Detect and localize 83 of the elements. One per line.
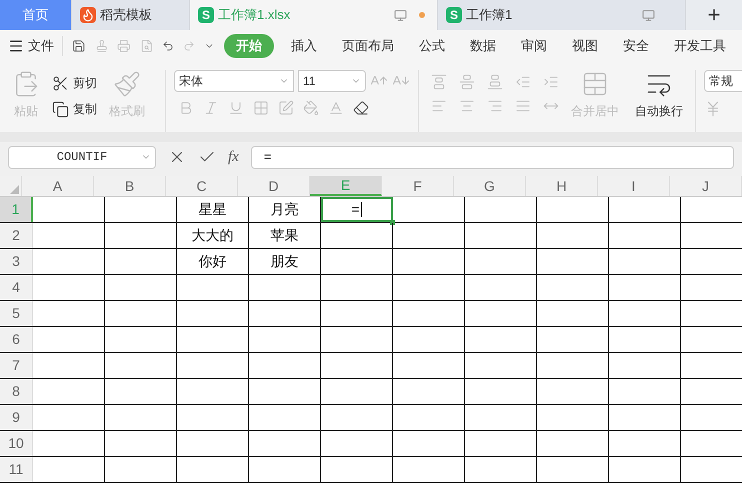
row-header[interactable]: 8 [0, 379, 33, 404]
row-header[interactable]: 3 [0, 249, 33, 274]
column-header[interactable]: A [22, 176, 94, 196]
stamp-icon[interactable] [94, 37, 108, 55]
column-header[interactable]: C [166, 176, 238, 196]
align-center-icon[interactable] [459, 98, 475, 114]
print-icon[interactable] [117, 37, 131, 55]
column-header[interactable]: F [382, 176, 454, 196]
eraser-icon[interactable] [353, 100, 369, 116]
font-size-select[interactable]: 11 [298, 70, 366, 92]
underline-icon[interactable] [228, 100, 244, 116]
fill-style-icon[interactable] [278, 100, 294, 116]
ribbon-tab[interactable]: 视图 [564, 36, 606, 56]
font-color-icon[interactable] [328, 100, 344, 116]
spreadsheet-logo-icon: S [446, 7, 462, 23]
indent-increase-icon[interactable] [543, 74, 559, 90]
ribbon-tab[interactable]: 审阅 [513, 36, 555, 56]
align-right-icon[interactable] [487, 98, 503, 114]
wrap-text-button[interactable]: 自动换行 [631, 70, 687, 120]
cell-text: 朋友 [270, 252, 298, 271]
ribbon-tab[interactable]: 公式 [411, 36, 453, 56]
italic-icon[interactable] [203, 100, 219, 116]
ribbon-tab[interactable]: 开始 [224, 34, 274, 58]
cell-editor[interactable]: = [351, 199, 362, 220]
flame-icon [80, 7, 96, 23]
align-bottom-icon[interactable] [487, 74, 503, 90]
document-tab[interactable]: S 工作簿1.xlsx [190, 0, 438, 30]
fill-color-icon[interactable] [303, 100, 319, 116]
cell-text: 苹果 [270, 226, 298, 245]
ribbon-tab[interactable]: 数据 [462, 36, 504, 56]
number-format-select[interactable]: 常规 [704, 70, 742, 92]
tab-label: 首页 [22, 6, 48, 24]
ribbon-tab[interactable]: 插入 [283, 36, 325, 56]
cell-text: 月亮 [270, 200, 298, 219]
border-icon[interactable] [253, 100, 269, 116]
cell-text: 大大的 [192, 226, 234, 245]
column-header[interactable]: J [670, 176, 742, 196]
cut-button[interactable]: 剪切 [52, 74, 97, 92]
row-header[interactable]: 9 [0, 405, 33, 430]
align-top-icon[interactable] [431, 74, 447, 90]
file-menu[interactable]: 文件 [8, 36, 63, 56]
row-header[interactable]: 10 [0, 431, 33, 456]
new-tab-button[interactable]: + [686, 0, 742, 30]
fill-handle[interactable] [390, 220, 395, 225]
copy-icon [52, 100, 69, 118]
ribbon-tab[interactable]: 开发工具 [666, 36, 734, 56]
align-middle-icon[interactable] [459, 74, 475, 90]
indent-decrease-icon[interactable] [515, 74, 531, 90]
row-header[interactable]: 11 [0, 457, 33, 482]
copy-button[interactable]: 复制 [52, 100, 97, 118]
menu-icon [8, 38, 24, 54]
row-header[interactable]: 2 [0, 223, 33, 248]
monitor-icon[interactable] [642, 8, 655, 22]
column-header[interactable]: B [94, 176, 166, 196]
formula-input[interactable]: = [250, 146, 734, 168]
document-tab[interactable]: 稻壳模板 [72, 0, 190, 30]
format-painter-icon [113, 70, 141, 98]
row-header[interactable]: 5 [0, 301, 33, 326]
cut-icon [52, 74, 69, 92]
cell-text: 星星 [198, 200, 226, 219]
document-tab[interactable]: S 工作簿1 [438, 0, 686, 30]
tab-label: 工作簿1 [466, 6, 512, 24]
merge-center-icon [581, 70, 609, 98]
row-header[interactable]: 4 [0, 275, 33, 300]
print-preview-icon[interactable] [140, 37, 154, 55]
insert-function-button[interactable]: fx [228, 146, 239, 168]
align-left-icon[interactable] [431, 98, 447, 114]
tab-label: 工作簿1.xlsx [218, 6, 290, 24]
row-header[interactable]: 6 [0, 327, 33, 352]
column-header[interactable]: H [526, 176, 598, 196]
font-select[interactable]: 宋体 [174, 70, 294, 92]
row-header[interactable]: 7 [0, 353, 33, 378]
document-tab[interactable]: 首页 [0, 0, 72, 30]
column-header[interactable]: I [598, 176, 670, 196]
cell-text: 你好 [198, 252, 226, 271]
tab-label: 稻壳模板 [100, 6, 152, 24]
ribbon-tab[interactable]: 页面布局 [334, 36, 402, 56]
justify-icon[interactable] [515, 98, 531, 114]
column-header[interactable]: G [454, 176, 526, 196]
ribbon-tab[interactable]: 安全 [615, 36, 657, 56]
name-box[interactable]: COUNTIF [8, 146, 156, 168]
monitor-icon[interactable] [394, 8, 407, 22]
spreadsheet-logo-icon: S [198, 7, 214, 23]
